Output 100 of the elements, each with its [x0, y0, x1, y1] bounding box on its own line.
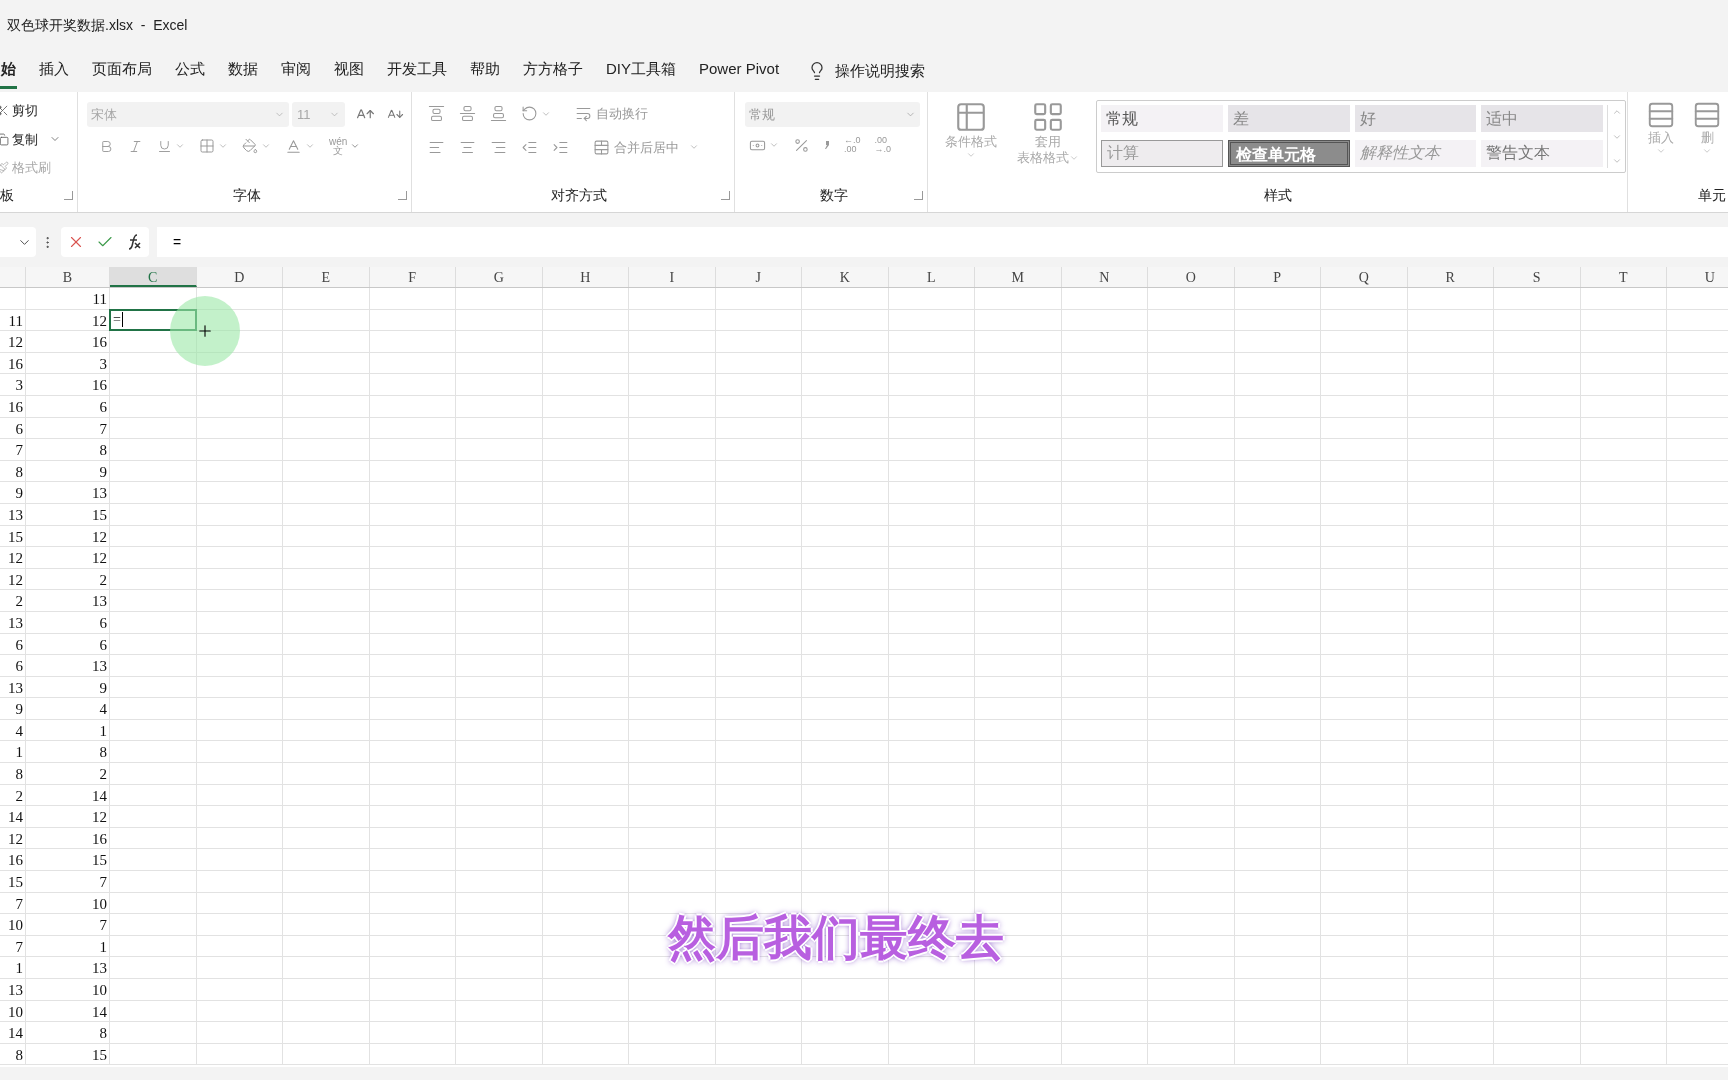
- table-cell-text: 6: [99, 613, 107, 633]
- table-cell-text: 8: [99, 441, 107, 460]
- table-cell-text: 15: [92, 1045, 107, 1065]
- ribbon-tab[interactable]: 帮助: [469, 53, 501, 89]
- table-cell-text: 12: [92, 311, 107, 331]
- table-cell-text: 15: [8, 873, 23, 892]
- column-header[interactable]: Q: [1321, 267, 1408, 287]
- ribbon-tab[interactable]: 审阅: [280, 53, 312, 89]
- table-icon[interactable]: [954, 100, 988, 134]
- more-styles-icon[interactable]: [1611, 156, 1622, 166]
- table-cell-text: 16: [92, 829, 107, 849]
- table-cell-text: 7: [15, 441, 23, 460]
- column-header[interactable]: G: [456, 267, 543, 287]
- table-cell-text: 14: [92, 1002, 107, 1022]
- table-cell-text: 7: [15, 894, 23, 914]
- table-cell-text: 12: [8, 549, 23, 568]
- column-header[interactable]: N: [1061, 267, 1148, 287]
- table-cell-text: 15: [92, 505, 107, 525]
- table-cell-text: 9: [99, 462, 107, 482]
- table-cell-text: 13: [92, 592, 107, 611]
- table-cell-text: 2: [99, 570, 107, 590]
- ribbon-tab[interactable]: 公式: [174, 53, 206, 89]
- ribbon-tab[interactable]: 页面布局: [91, 53, 153, 89]
- column-header[interactable]: O: [1148, 267, 1235, 287]
- ribbon-tab[interactable]: 开发工具: [386, 53, 448, 89]
- ribbon-tab[interactable]: 方方格子: [522, 53, 584, 89]
- table-cell-text: 12: [92, 527, 107, 547]
- table-cell-text: 4: [15, 721, 23, 741]
- column-header[interactable]: L: [888, 267, 975, 287]
- ribbon-tab[interactable]: 插入: [38, 53, 70, 89]
- column-header[interactable]: M: [975, 267, 1062, 287]
- column-header[interactable]: S: [1494, 267, 1581, 287]
- table-cell-text: 14: [8, 1024, 23, 1043]
- table-cell-text: 10: [8, 916, 23, 935]
- column-header[interactable]: T: [1580, 267, 1667, 287]
- table-cell-text: 13: [8, 981, 23, 1000]
- table-cell-text: 8: [15, 462, 23, 482]
- table-cell-text: 10: [92, 894, 107, 914]
- table-cell-text: 9: [15, 484, 23, 503]
- column-header[interactable]: C: [110, 267, 197, 287]
- table-cell-text: 8: [99, 743, 107, 763]
- table-cell-text: 8: [15, 1045, 23, 1065]
- column-header[interactable]: R: [1407, 267, 1494, 287]
- group-label: 数字: [820, 186, 848, 205]
- table-cell-text: 15: [92, 851, 107, 871]
- column-header[interactable]: D: [196, 267, 283, 287]
- table-cell-text: 16: [8, 397, 23, 417]
- ribbon-tab[interactable]: 视图: [333, 53, 365, 89]
- video-caption: 然后我们最终去: [668, 910, 1004, 966]
- window-title: 双色球开奖数据.xlsx - Excel: [7, 15, 188, 35]
- column-header[interactable]: I: [629, 267, 716, 287]
- table-cell-text: 1: [15, 743, 23, 763]
- table-cell-text: 12: [92, 808, 107, 827]
- cross-cursor-icon[interactable]: [196, 322, 214, 340]
- table-cell-text: 10: [8, 1002, 23, 1022]
- tell-me-search[interactable]: 操作说明搜索: [835, 59, 926, 83]
- table-cell-text: 16: [8, 851, 23, 871]
- ribbon-tab[interactable]: 数据: [227, 53, 259, 89]
- formula-field[interactable]: =: [157, 227, 1728, 257]
- table-cell-text: 13: [92, 959, 107, 978]
- table-cell-text: 8: [15, 765, 23, 784]
- table-cell-text: 13: [8, 505, 23, 525]
- table-cell-text: 7: [99, 873, 107, 892]
- ribbon-tab[interactable]: Power Pivot: [698, 53, 781, 89]
- group-label: 单元: [1698, 186, 1726, 205]
- column-header[interactable]: H: [542, 267, 629, 287]
- column-header[interactable]: J: [715, 267, 802, 287]
- column-header[interactable]: E: [283, 267, 370, 287]
- table-cell-text: 12: [8, 570, 23, 590]
- table-cell-text: 7: [99, 419, 107, 439]
- table-cell-text: 16: [92, 376, 107, 395]
- table-cell-text: 7: [15, 937, 23, 957]
- table-cell-text: 1: [15, 959, 23, 978]
- table-cell-text: 4: [99, 700, 107, 719]
- column-header[interactable]: K: [802, 267, 889, 287]
- column-header[interactable]: U: [1667, 267, 1728, 287]
- table-cell-text: 13: [92, 657, 107, 676]
- table-cell-text: 7: [99, 916, 107, 935]
- ribbon-tab[interactable]: 始: [0, 53, 17, 89]
- table-cell-text: 13: [92, 484, 107, 503]
- column-header[interactable]: P: [1234, 267, 1321, 287]
- scroll-up-icon[interactable]: [1611, 107, 1622, 117]
- table-cell-text: 12: [92, 549, 107, 568]
- table-cell-text: 16: [8, 354, 23, 374]
- table-cell-text: 2: [15, 592, 23, 611]
- table-cell-text: 8: [99, 1024, 107, 1043]
- table-cell-text: 3: [15, 376, 23, 395]
- table-cell-text: 14: [8, 808, 23, 827]
- table-cell-text: 12: [8, 333, 23, 352]
- table-cell-text: 14: [92, 786, 107, 806]
- table-cell-text: 13: [8, 613, 23, 633]
- active-cell-editor[interactable]: =: [109, 308, 197, 332]
- column-header[interactable]: F: [369, 267, 456, 287]
- table-cell-text: 3: [99, 354, 107, 374]
- table-cell-text: 12: [8, 829, 23, 849]
- grid-icon[interactable]: [1031, 100, 1065, 134]
- table-cell-text: 2: [99, 765, 107, 784]
- ribbon-tab[interactable]: DIY工具箱: [605, 53, 677, 89]
- table-cell-text: 16: [92, 333, 107, 352]
- group-label: 字体: [233, 186, 261, 205]
